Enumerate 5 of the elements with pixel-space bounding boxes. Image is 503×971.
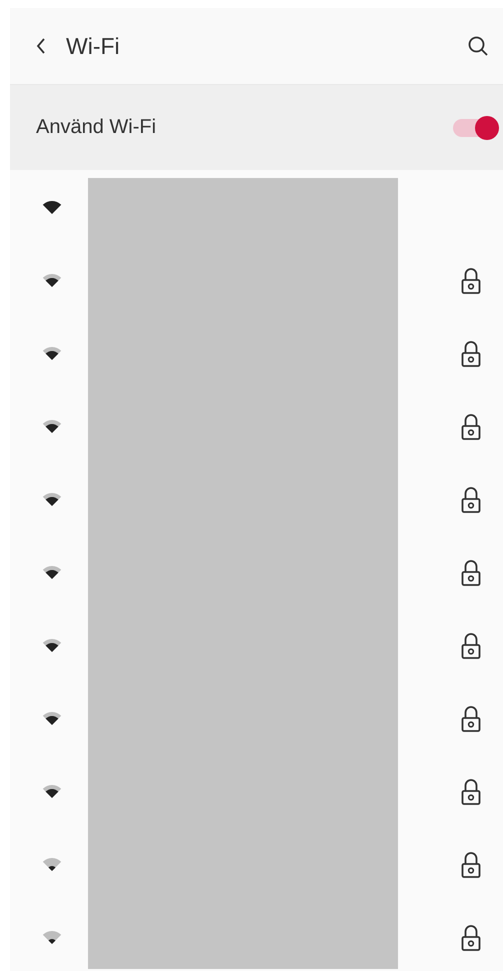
wifi-switch[interactable] [453, 116, 499, 140]
search-icon[interactable] [467, 35, 489, 57]
back-icon[interactable] [36, 38, 46, 54]
toggle-label: Använd Wi-Fi [36, 116, 158, 139]
page-title: Wi-Fi [66, 32, 121, 60]
